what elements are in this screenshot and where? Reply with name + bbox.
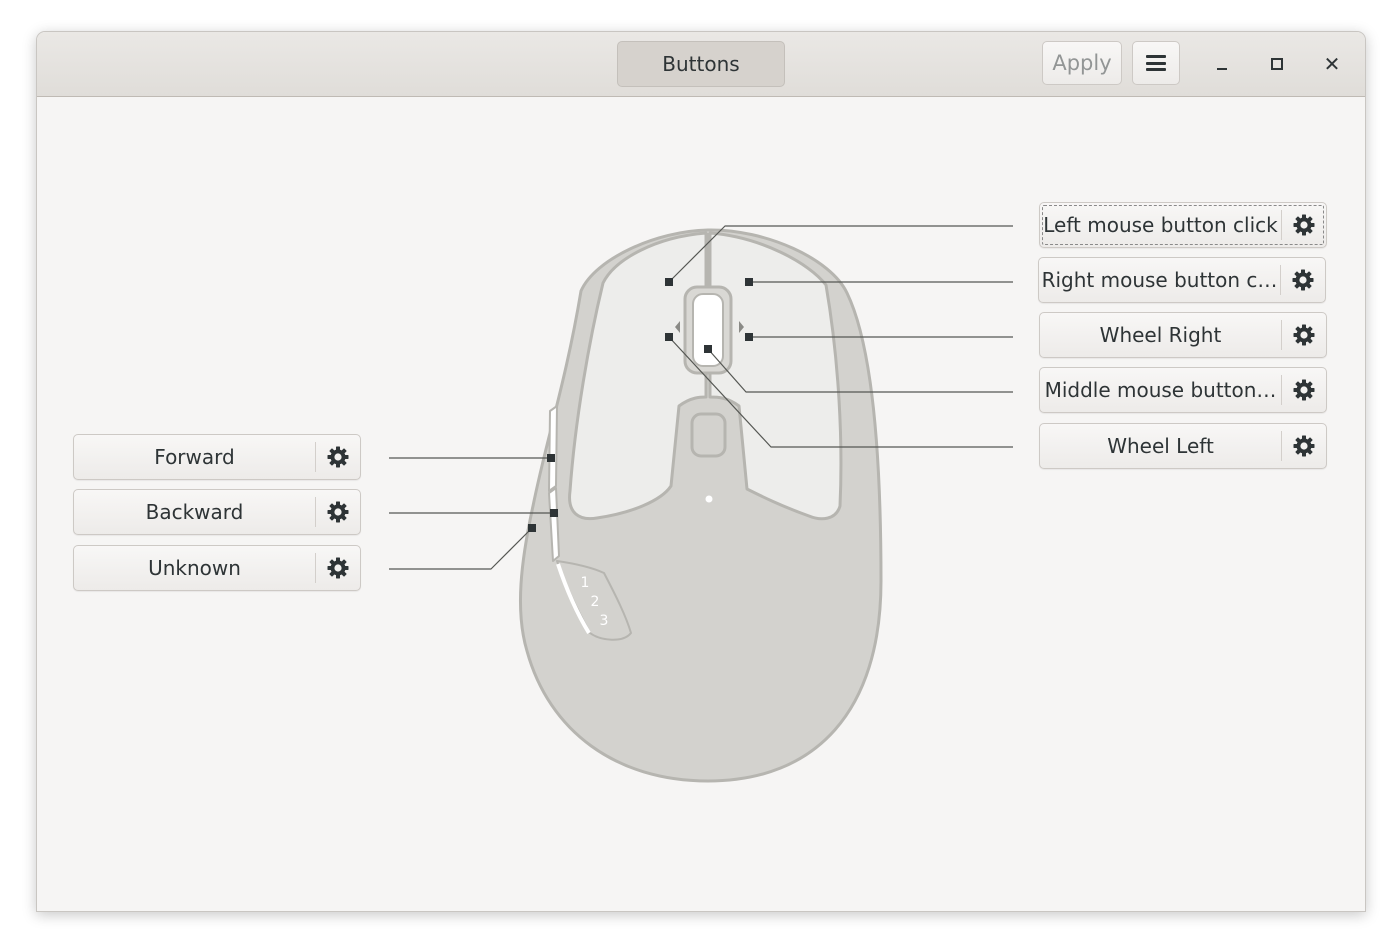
header-bar: Buttons Apply ✕ bbox=[37, 32, 1365, 97]
minimize-button[interactable] bbox=[1208, 50, 1236, 78]
button-mapping-label: Wheel Left bbox=[1107, 434, 1214, 458]
button-mapping-left-click[interactable]: Left mouse button click bbox=[1039, 202, 1327, 248]
gear-icon[interactable] bbox=[1282, 424, 1326, 468]
button-mapping-label: Left mouse button click bbox=[1043, 213, 1278, 237]
hamburger-menu-icon bbox=[1146, 55, 1166, 71]
gear-icon[interactable] bbox=[1282, 313, 1326, 357]
gear-icon[interactable] bbox=[316, 490, 360, 534]
gear-icon[interactable] bbox=[316, 546, 360, 590]
gear-icon[interactable] bbox=[1281, 258, 1325, 302]
button-mapping-wheel-left[interactable]: Wheel Left bbox=[1039, 423, 1327, 469]
leader-unknown bbox=[389, 527, 533, 570]
button-mapping-label: Backward bbox=[145, 500, 244, 524]
button-mapping-wheel-right[interactable]: Wheel Right bbox=[1039, 312, 1327, 358]
minimize-icon bbox=[1217, 68, 1227, 70]
top-button bbox=[690, 412, 727, 458]
gear-icon[interactable] bbox=[1282, 368, 1326, 412]
side-forward-button bbox=[548, 405, 558, 492]
button-mapping-forward[interactable]: Forward bbox=[73, 434, 361, 480]
button-mapping-label: Forward bbox=[154, 445, 235, 469]
thumb-label-3: 3 bbox=[600, 613, 609, 629]
thumb-label-2: 2 bbox=[591, 594, 600, 610]
button-mapping-unknown[interactable]: Unknown bbox=[73, 545, 361, 591]
button-mapping-label: Right mouse button c… bbox=[1041, 268, 1278, 292]
button-mapping-backward[interactable]: Backward bbox=[73, 489, 361, 535]
menu-button[interactable] bbox=[1132, 41, 1180, 85]
button-mapping-middle-click[interactable]: Middle mouse button… bbox=[1039, 367, 1327, 413]
scroll-wheel bbox=[692, 293, 724, 367]
close-button[interactable]: ✕ bbox=[1318, 50, 1346, 78]
app-window: 1 2 3 Buttons Apply ✕ Forward Backward U… bbox=[36, 31, 1366, 912]
button-mapping-label: Middle mouse button… bbox=[1044, 378, 1277, 402]
button-mapping-label: Wheel Right bbox=[1099, 323, 1222, 347]
maximize-icon bbox=[1271, 58, 1283, 70]
gear-icon[interactable] bbox=[1282, 203, 1326, 247]
button-mapping-label: Unknown bbox=[148, 556, 241, 580]
window-title: Buttons bbox=[617, 41, 785, 87]
close-icon: ✕ bbox=[1323, 52, 1341, 76]
thumb-label-1: 1 bbox=[581, 575, 590, 591]
apply-button[interactable]: Apply bbox=[1042, 41, 1122, 85]
maximize-button[interactable] bbox=[1263, 50, 1291, 78]
button-mapping-right-click[interactable]: Right mouse button c… bbox=[1038, 257, 1326, 303]
gear-icon[interactable] bbox=[316, 435, 360, 479]
